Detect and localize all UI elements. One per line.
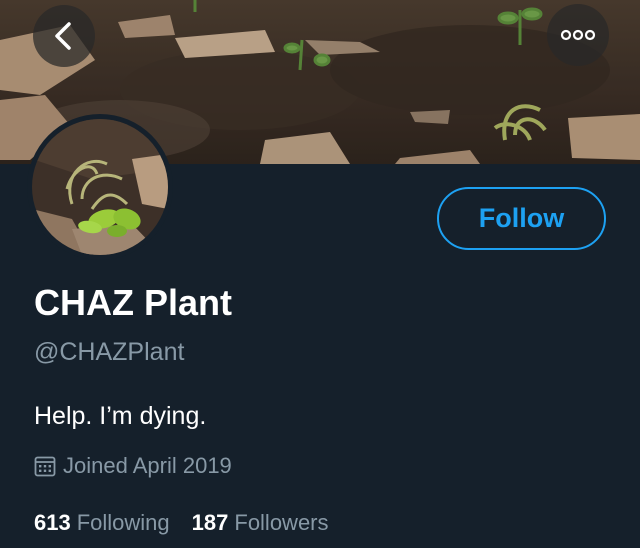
more-horizontal-icon [560, 29, 596, 41]
avatar-image [32, 119, 168, 255]
display-name: CHAZ Plant [34, 282, 232, 323]
profile-bio: Help. I’m dying. [34, 402, 207, 430]
following-link[interactable]: 613 Following [34, 509, 170, 537]
joined-date: Joined April 2019 [34, 452, 232, 480]
followers-label: Followers [234, 510, 329, 535]
chevron-left-icon [55, 22, 71, 50]
joined-text: Joined April 2019 [63, 453, 232, 478]
calendar-icon [34, 455, 56, 477]
following-label: Following [76, 510, 170, 535]
avatar[interactable] [27, 114, 173, 260]
back-button[interactable] [33, 5, 95, 67]
followers-link[interactable]: 187 Followers [192, 509, 329, 537]
following-count: 613 [34, 510, 71, 535]
followers-count: 187 [191, 510, 229, 535]
more-options-button[interactable] [547, 4, 609, 66]
profile-page: Follow CHAZ Plant @CHAZPlant Help. I’m d… [0, 0, 640, 548]
profile-stats: 613 Following 187 Followers [34, 509, 351, 537]
follow-button[interactable]: Follow [437, 187, 606, 250]
user-handle: @CHAZPlant [34, 338, 185, 366]
